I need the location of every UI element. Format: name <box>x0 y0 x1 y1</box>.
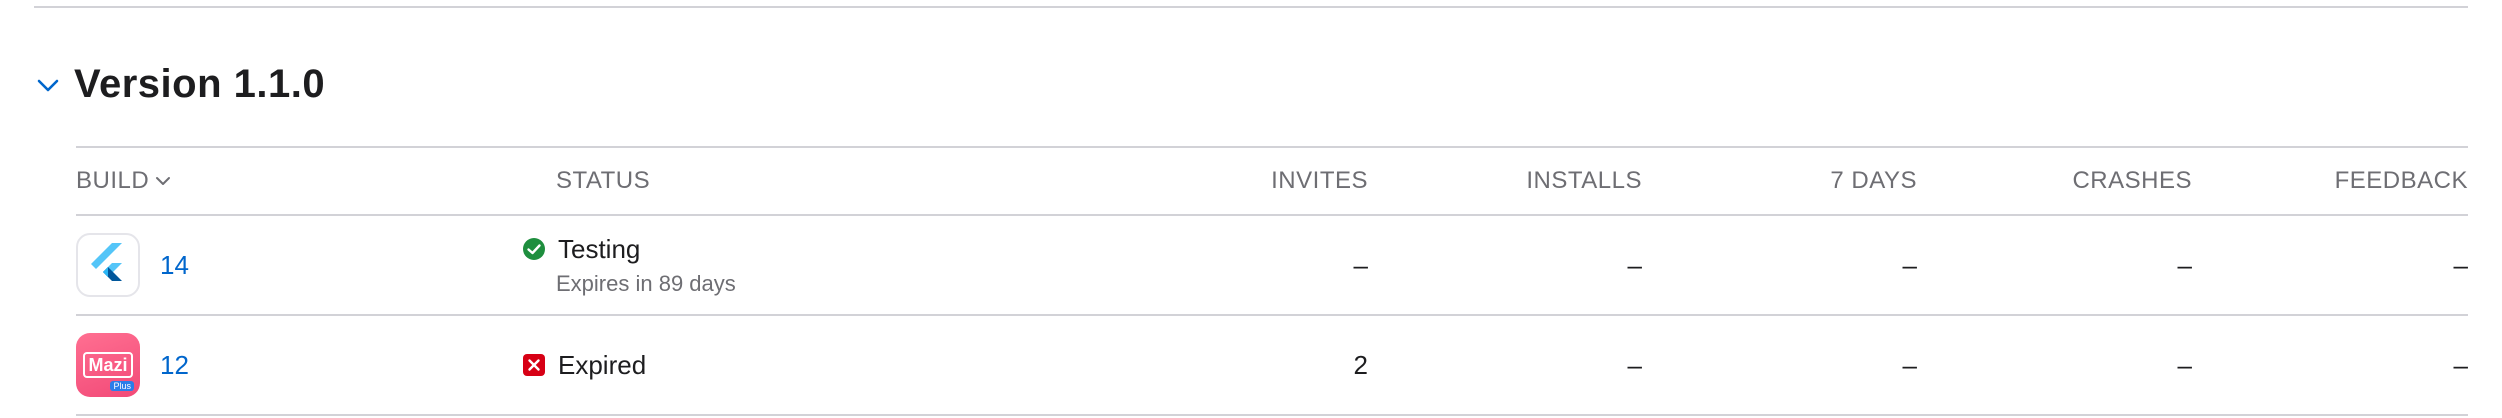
feedback-value: – <box>2453 249 2468 280</box>
flutter-logo-icon <box>76 233 140 297</box>
installs-column-header: INSTALLS <box>1526 167 1642 194</box>
check-circle-icon <box>522 237 546 261</box>
seven-days-value: – <box>1902 349 1917 380</box>
crashes-value: – <box>2177 249 2192 280</box>
app-icon-badge: Plus <box>110 381 134 391</box>
status-cell: Testing Expires in 89 days <box>523 216 736 314</box>
top-divider <box>34 6 2468 8</box>
build-number-link[interactable]: 12 <box>160 350 189 381</box>
table-header-row: BUILD STATUS INVITES INSTALLS 7 DAYS CRA… <box>76 148 2468 216</box>
invites-value: – <box>1353 249 1368 280</box>
status-column-header: STATUS <box>556 167 651 194</box>
build-cell: 14 <box>76 216 189 314</box>
status-label: Expired <box>558 349 647 380</box>
table-row[interactable]: Mazi Plus 12 Expired 2 – – – – <box>76 316 2468 416</box>
x-square-icon <box>522 353 546 377</box>
collapse-chevron-icon[interactable] <box>34 71 62 99</box>
crashes-value: – <box>2177 349 2192 380</box>
expiry-text: Expires in 89 days <box>556 270 736 296</box>
feedback-value: – <box>2453 349 2468 380</box>
invites-value: 2 <box>1353 349 1368 380</box>
seven-days-column-header: 7 DAYS <box>1830 167 1917 194</box>
testflight-builds-page: Version 1.1.0 BUILD STATUS INVITES INSTA… <box>0 0 2502 418</box>
invites-column-header: INVITES <box>1271 167 1368 194</box>
status-cell: Expired <box>523 316 647 414</box>
build-number-link[interactable]: 14 <box>160 250 189 281</box>
build-header-label: BUILD <box>76 167 150 194</box>
crashes-column-header: CRASHES <box>2072 167 2192 194</box>
feedback-column-header: FEEDBACK <box>2334 167 2468 194</box>
mazi-plus-logo-icon: Mazi Plus <box>76 333 140 397</box>
table-row[interactable]: 14 Testing Expires in 89 days – – – – – <box>76 216 2468 316</box>
build-cell: Mazi Plus 12 <box>76 316 189 414</box>
app-icon-text: Mazi <box>83 352 133 378</box>
status-label: Testing <box>558 233 641 264</box>
build-column-header[interactable]: BUILD <box>76 148 171 214</box>
sort-chevron-down-icon[interactable] <box>155 176 171 186</box>
version-title: Version 1.1.0 <box>74 62 326 106</box>
installs-value: – <box>1627 349 1642 380</box>
installs-value: – <box>1627 249 1642 280</box>
seven-days-value: – <box>1902 249 1917 280</box>
version-section-header: Version 1.1.0 <box>34 62 325 107</box>
builds-table: BUILD STATUS INVITES INSTALLS 7 DAYS CRA… <box>76 146 2468 416</box>
